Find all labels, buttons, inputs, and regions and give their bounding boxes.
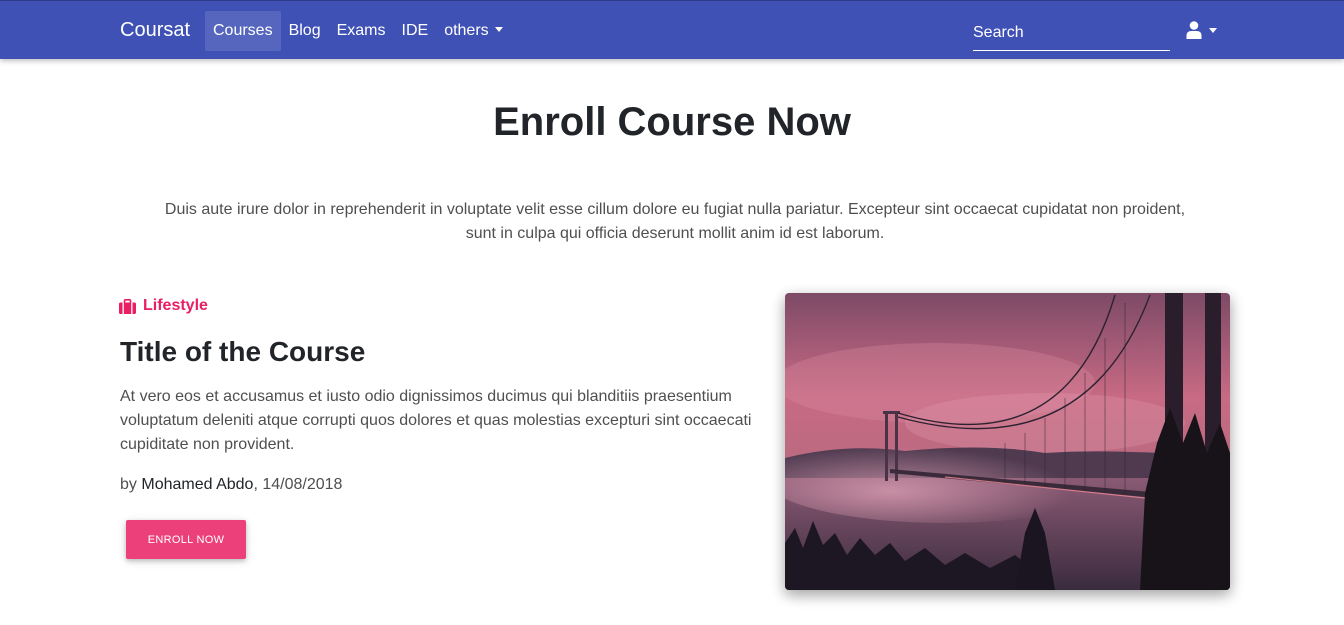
caret-down-icon [1209,27,1217,33]
course-date: , 14/08/2018 [253,476,343,493]
brand-logo[interactable]: Coursat [120,19,190,42]
nav-dropdown-others-label: others [444,22,489,39]
nav-link-exams[interactable]: Exams [329,11,394,51]
search-input[interactable] [973,15,1170,51]
nav-link-courses[interactable]: Courses [205,11,281,51]
user-icon [1186,21,1202,39]
byline-prefix: by [120,476,137,493]
course-category[interactable]: Lifestyle [119,297,208,315]
course-byline: by Mohamed Abdo, 14/08/2018 [120,476,342,494]
bridge-photo [785,293,1230,590]
caret-down-icon [494,27,503,32]
course-title: Title of the Course [120,336,366,367]
navbar: Coursat Courses Blog Exams IDE others [0,0,1344,59]
nav-links: Courses Blog Exams IDE others [205,11,511,51]
nav-link-blog[interactable]: Blog [281,11,329,51]
lead-paragraph: Duis aute irure dolor in reprehenderit i… [164,201,1186,242]
briefcase-icon [119,298,136,314]
course-author[interactable]: Mohamed Abdo [141,476,253,493]
course-category-label: Lifestyle [143,297,208,314]
user-menu-dropdown[interactable] [1186,19,1217,41]
course-image [785,293,1230,590]
nav-link-ide[interactable]: IDE [394,11,437,51]
page-title: Enroll Course Now [493,100,851,144]
enroll-now-button[interactable]: ENROLL NOW [126,520,246,559]
course-description: At vero eos et accusamus et iusto odio d… [120,388,752,453]
nav-dropdown-others[interactable]: others [436,11,510,51]
